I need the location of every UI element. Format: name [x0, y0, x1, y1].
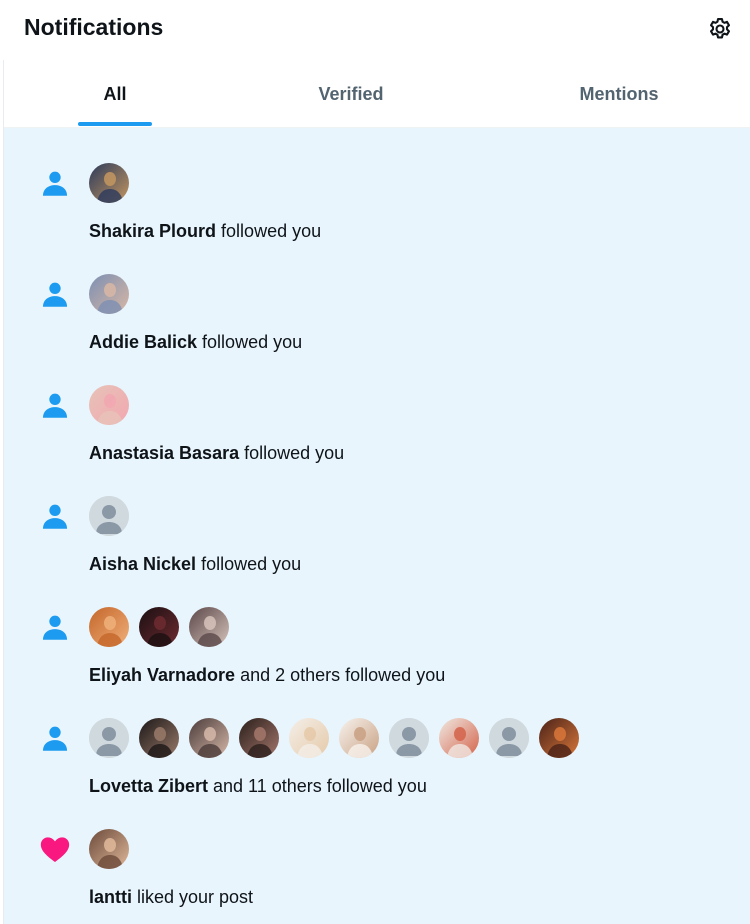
- heart-icon: [38, 832, 72, 866]
- user-name[interactable]: lantti: [89, 887, 132, 907]
- avatar[interactable]: [189, 607, 229, 647]
- avatar[interactable]: [139, 718, 179, 758]
- avatar[interactable]: [139, 607, 179, 647]
- notification-action: and 2 others followed you: [235, 665, 446, 685]
- user-name[interactable]: Lovetta Zibert: [89, 776, 208, 796]
- notification-item[interactable]: Eliyah Varnadore and 2 others followed y…: [4, 572, 750, 685]
- avatar-group: [89, 163, 139, 203]
- person-icon: [38, 610, 72, 644]
- avatar-group: [89, 274, 139, 314]
- tab-verified[interactable]: Verified: [301, 60, 401, 128]
- notification-list: Shakira Plourd followed you Addie Balick …: [4, 128, 750, 924]
- notification-item[interactable]: lantti liked your post: [4, 794, 750, 908]
- avatar[interactable]: [89, 607, 129, 647]
- avatar[interactable]: [89, 163, 129, 203]
- avatar-group: [89, 385, 139, 425]
- notification-text: lantti liked your post: [89, 887, 253, 908]
- tab-bar: All Verified Mentions: [4, 60, 750, 128]
- notification-action: liked your post: [132, 887, 254, 907]
- avatar[interactable]: [289, 718, 329, 758]
- avatar[interactable]: [539, 718, 579, 758]
- avatar[interactable]: [89, 718, 129, 758]
- notification-action: followed you: [216, 221, 322, 241]
- avatar-group: [89, 718, 589, 758]
- notification-item[interactable]: Shakira Plourd followed you: [4, 128, 750, 241]
- user-name[interactable]: Addie Balick: [89, 332, 197, 352]
- gear-icon[interactable]: [706, 15, 734, 43]
- page-title: Notifications: [24, 14, 164, 40]
- avatar[interactable]: [89, 385, 129, 425]
- person-icon: [38, 277, 72, 311]
- avatar-group: [89, 829, 139, 869]
- tab-mentions[interactable]: Mentions: [564, 60, 674, 128]
- user-name[interactable]: Shakira Plourd: [89, 221, 216, 241]
- person-icon: [38, 721, 72, 755]
- user-name[interactable]: Eliyah Varnadore: [89, 665, 235, 685]
- notification-item[interactable]: Aisha Nickel followed you: [4, 461, 750, 574]
- avatar[interactable]: [89, 829, 129, 869]
- notification-action: followed you: [239, 443, 345, 463]
- user-name[interactable]: Aisha Nickel: [89, 554, 196, 574]
- avatar[interactable]: [189, 718, 229, 758]
- avatar[interactable]: [489, 718, 529, 758]
- avatar[interactable]: [339, 718, 379, 758]
- person-icon: [38, 166, 72, 200]
- avatar[interactable]: [89, 496, 129, 536]
- avatar[interactable]: [239, 718, 279, 758]
- notification-item[interactable]: Addie Balick followed you: [4, 239, 750, 352]
- avatar-group: [89, 496, 139, 536]
- notification-action: followed you: [196, 554, 302, 574]
- person-icon: [38, 499, 72, 533]
- notification-action: and 11 others followed you: [208, 776, 427, 796]
- person-icon: [38, 388, 72, 422]
- notification-action: followed you: [197, 332, 303, 352]
- notification-item[interactable]: Anastasia Basara followed you: [4, 350, 750, 463]
- tab-all[interactable]: All: [78, 60, 152, 128]
- page-header: Notifications: [0, 0, 750, 60]
- notification-item[interactable]: Lovetta Zibert and 11 others followed yo…: [4, 683, 750, 796]
- avatar[interactable]: [389, 718, 429, 758]
- avatar-group: [89, 607, 239, 647]
- avatar[interactable]: [89, 274, 129, 314]
- avatar[interactable]: [439, 718, 479, 758]
- active-tab-indicator: [78, 122, 152, 126]
- user-name[interactable]: Anastasia Basara: [89, 443, 239, 463]
- notifications-page: Notifications All Verified Mentions Shak…: [0, 0, 750, 924]
